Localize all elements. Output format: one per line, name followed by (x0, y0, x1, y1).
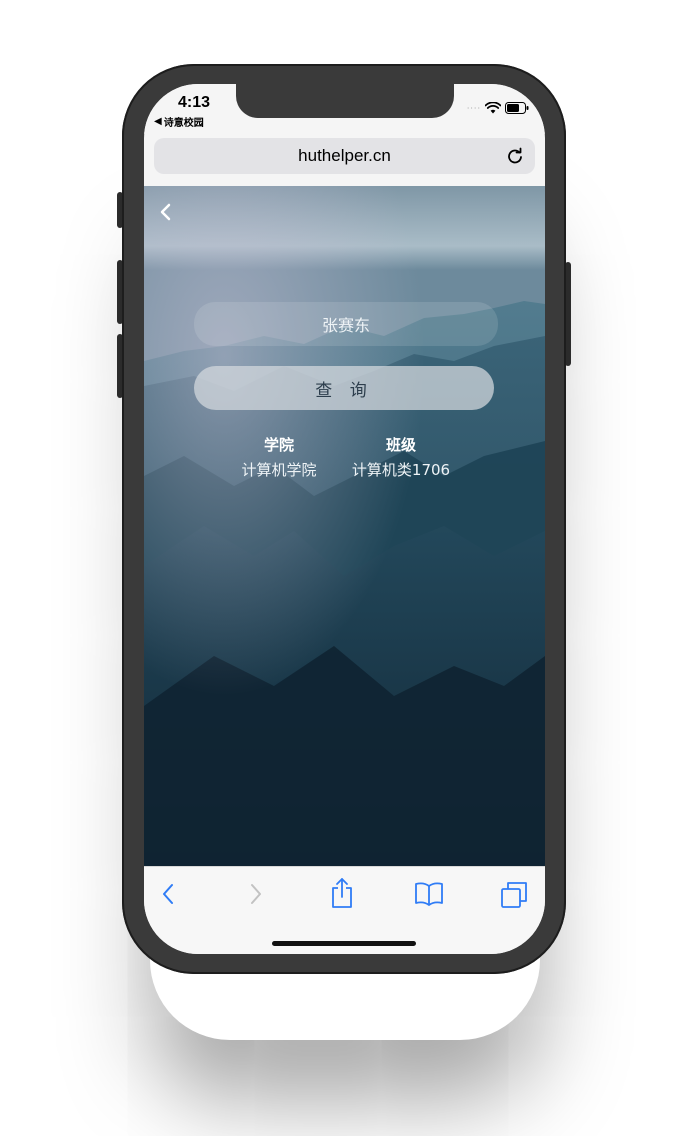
mountain-background (144, 186, 545, 866)
name-input[interactable] (194, 302, 498, 346)
query-button[interactable]: 查 询 (194, 366, 494, 410)
wifi-icon (485, 102, 501, 114)
college-column: 学院 计算机学院 (234, 434, 324, 480)
phone-screen: 4:13 ◀ 诗意校园 ···· huthelper.cn 张赛东 查 询 学院… (144, 84, 545, 954)
share-icon[interactable] (330, 877, 354, 909)
toolbar-forward-icon[interactable] (248, 881, 264, 907)
browser-toolbar (144, 866, 545, 954)
toolbar-back-icon[interactable] (160, 881, 176, 907)
tabs-icon[interactable] (500, 881, 528, 909)
class-value: 计算机类1706 (351, 461, 451, 479)
home-indicator[interactable] (272, 941, 416, 946)
college-header: 学院 (263, 436, 294, 454)
notch (236, 84, 454, 118)
back-app-label: 诗意校园 (163, 118, 204, 129)
class-column: 班级 计算机类1706 (340, 434, 462, 480)
signal-dots-icon: ···· (466, 103, 481, 113)
reload-icon[interactable] (505, 146, 525, 166)
status-bar: 4:13 ◀ 诗意校园 ···· (144, 84, 545, 134)
college-value: 计算机学院 (241, 461, 317, 479)
back-triangle-icon: ◀ (154, 116, 162, 127)
class-header: 班级 (385, 436, 416, 454)
address-bar[interactable]: huthelper.cn (154, 138, 535, 174)
bookmarks-icon[interactable] (414, 881, 444, 907)
web-content: 查 询 学院 计算机学院 班级 计算机类1706 (144, 186, 545, 866)
back-to-app-link[interactable]: ◀ 诗意校园 (154, 114, 204, 129)
status-time: 4:13 (178, 94, 211, 111)
battery-icon (505, 102, 529, 114)
status-icons: ···· (467, 102, 529, 114)
url-text: huthelper.cn (298, 146, 391, 165)
page-back-icon[interactable] (158, 202, 172, 222)
